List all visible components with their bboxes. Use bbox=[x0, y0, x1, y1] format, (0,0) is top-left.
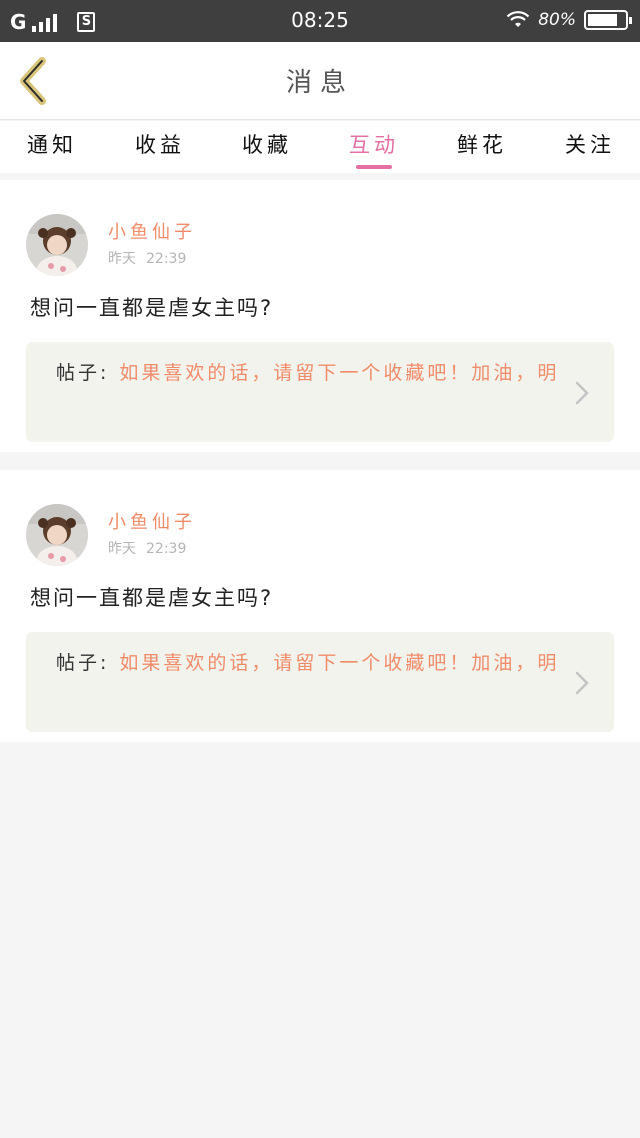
post-title: 如果喜欢的话，请留下一个收藏吧！加油，明 bbox=[119, 652, 560, 674]
message-time: 22:39 bbox=[146, 251, 187, 267]
tab-following[interactable]: 关注 bbox=[550, 129, 630, 159]
chevron-right-icon bbox=[575, 381, 589, 405]
post-label: 帖子: bbox=[56, 362, 110, 384]
tab-favorites[interactable]: 收藏 bbox=[227, 129, 307, 159]
tab-flowers[interactable]: 鲜花 bbox=[442, 129, 522, 159]
post-link-box[interactable]: 帖子: 如果喜欢的话，请留下一个收藏吧！加油，明 bbox=[26, 632, 614, 732]
post-title: 如果喜欢的话，请留下一个收藏吧！加油，明 bbox=[119, 362, 560, 384]
tab-interactions[interactable]: 互动 bbox=[334, 129, 414, 159]
post-label: 帖子: bbox=[56, 652, 110, 674]
avatar-image bbox=[26, 214, 88, 276]
message-card: 小鱼仙子 昨天 22:39 想问一直都是虐女主吗? 帖子: 如果喜欢的话，请留下一个… bbox=[0, 470, 640, 742]
status-right: 80% bbox=[506, 10, 632, 30]
username[interactable]: 小鱼仙子 bbox=[108, 218, 196, 244]
avatar[interactable] bbox=[26, 504, 88, 566]
chevron-right-icon bbox=[575, 671, 589, 695]
message-date: 昨天 bbox=[108, 541, 136, 557]
avatar[interactable] bbox=[26, 214, 88, 276]
message-meta: 昨天 22:39 bbox=[108, 248, 196, 268]
message-card: 小鱼仙子 昨天 22:39 想问一直都是虐女主吗? 帖子: 如果喜欢的话，请留下一个… bbox=[0, 180, 640, 452]
tab-bar: 通知 收益 收藏 互动 鲜花 关注 bbox=[0, 121, 640, 173]
page-title: 消息 bbox=[285, 68, 354, 98]
nav-bar: 消息 bbox=[0, 42, 640, 120]
message-time: 22:39 bbox=[146, 541, 187, 557]
comment-text: 想问一直都是虐女主吗? bbox=[30, 586, 274, 610]
tab-earnings[interactable]: 收益 bbox=[120, 129, 200, 159]
battery-icon bbox=[584, 10, 632, 30]
message-date: 昨天 bbox=[108, 251, 136, 267]
comment-text: 想问一直都是虐女主吗? bbox=[30, 296, 274, 320]
avatar-image bbox=[26, 504, 88, 566]
post-text-block: 帖子: 如果喜欢的话，请留下一个收藏吧！加油，明 bbox=[56, 356, 576, 390]
message-meta: 昨天 22:39 bbox=[108, 538, 196, 558]
post-link-box[interactable]: 帖子: 如果喜欢的话，请留下一个收藏吧！加油，明 bbox=[26, 342, 614, 442]
battery-percent: 80% bbox=[538, 10, 576, 30]
battery-level bbox=[588, 14, 617, 26]
username[interactable]: 小鱼仙子 bbox=[108, 508, 196, 534]
tab-notifications[interactable]: 通知 bbox=[12, 129, 92, 159]
active-tab-indicator bbox=[356, 165, 392, 169]
wifi-icon bbox=[506, 11, 530, 27]
status-bar: G S 08:25 80% bbox=[0, 0, 640, 42]
post-text-block: 帖子: 如果喜欢的话，请留下一个收藏吧！加油，明 bbox=[56, 646, 576, 680]
